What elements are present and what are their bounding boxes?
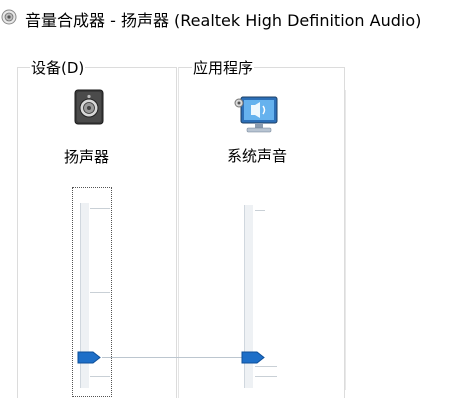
device-group-label: 设备(D): [30, 57, 86, 78]
title-bar: 音量合成器 - 扬声器 (Realtek High Definition Aud…: [0, 0, 450, 36]
separator-line: [345, 90, 346, 390]
device-tick: [90, 292, 110, 293]
speaker-icon[interactable]: [74, 89, 104, 125]
device-tick: [90, 208, 110, 209]
window-title: 音量合成器 - 扬声器 (Realtek High Definition Aud…: [25, 11, 422, 30]
app-volume-thumb[interactable]: [241, 351, 265, 364]
device-name: 扬声器: [64, 148, 110, 166]
apps-group-label: 应用程序: [192, 57, 255, 78]
app-tick: [255, 210, 265, 211]
volume-link-line: [102, 357, 243, 358]
monitor-sound-icon[interactable]: [233, 92, 281, 134]
speaker-volume-icon: [1, 9, 17, 25]
app-name: 系统声音: [227, 147, 288, 165]
device-tick: [90, 376, 110, 377]
app-tick: [255, 376, 277, 377]
app-tick: [255, 366, 277, 367]
device-volume-thumb[interactable]: [77, 351, 101, 364]
